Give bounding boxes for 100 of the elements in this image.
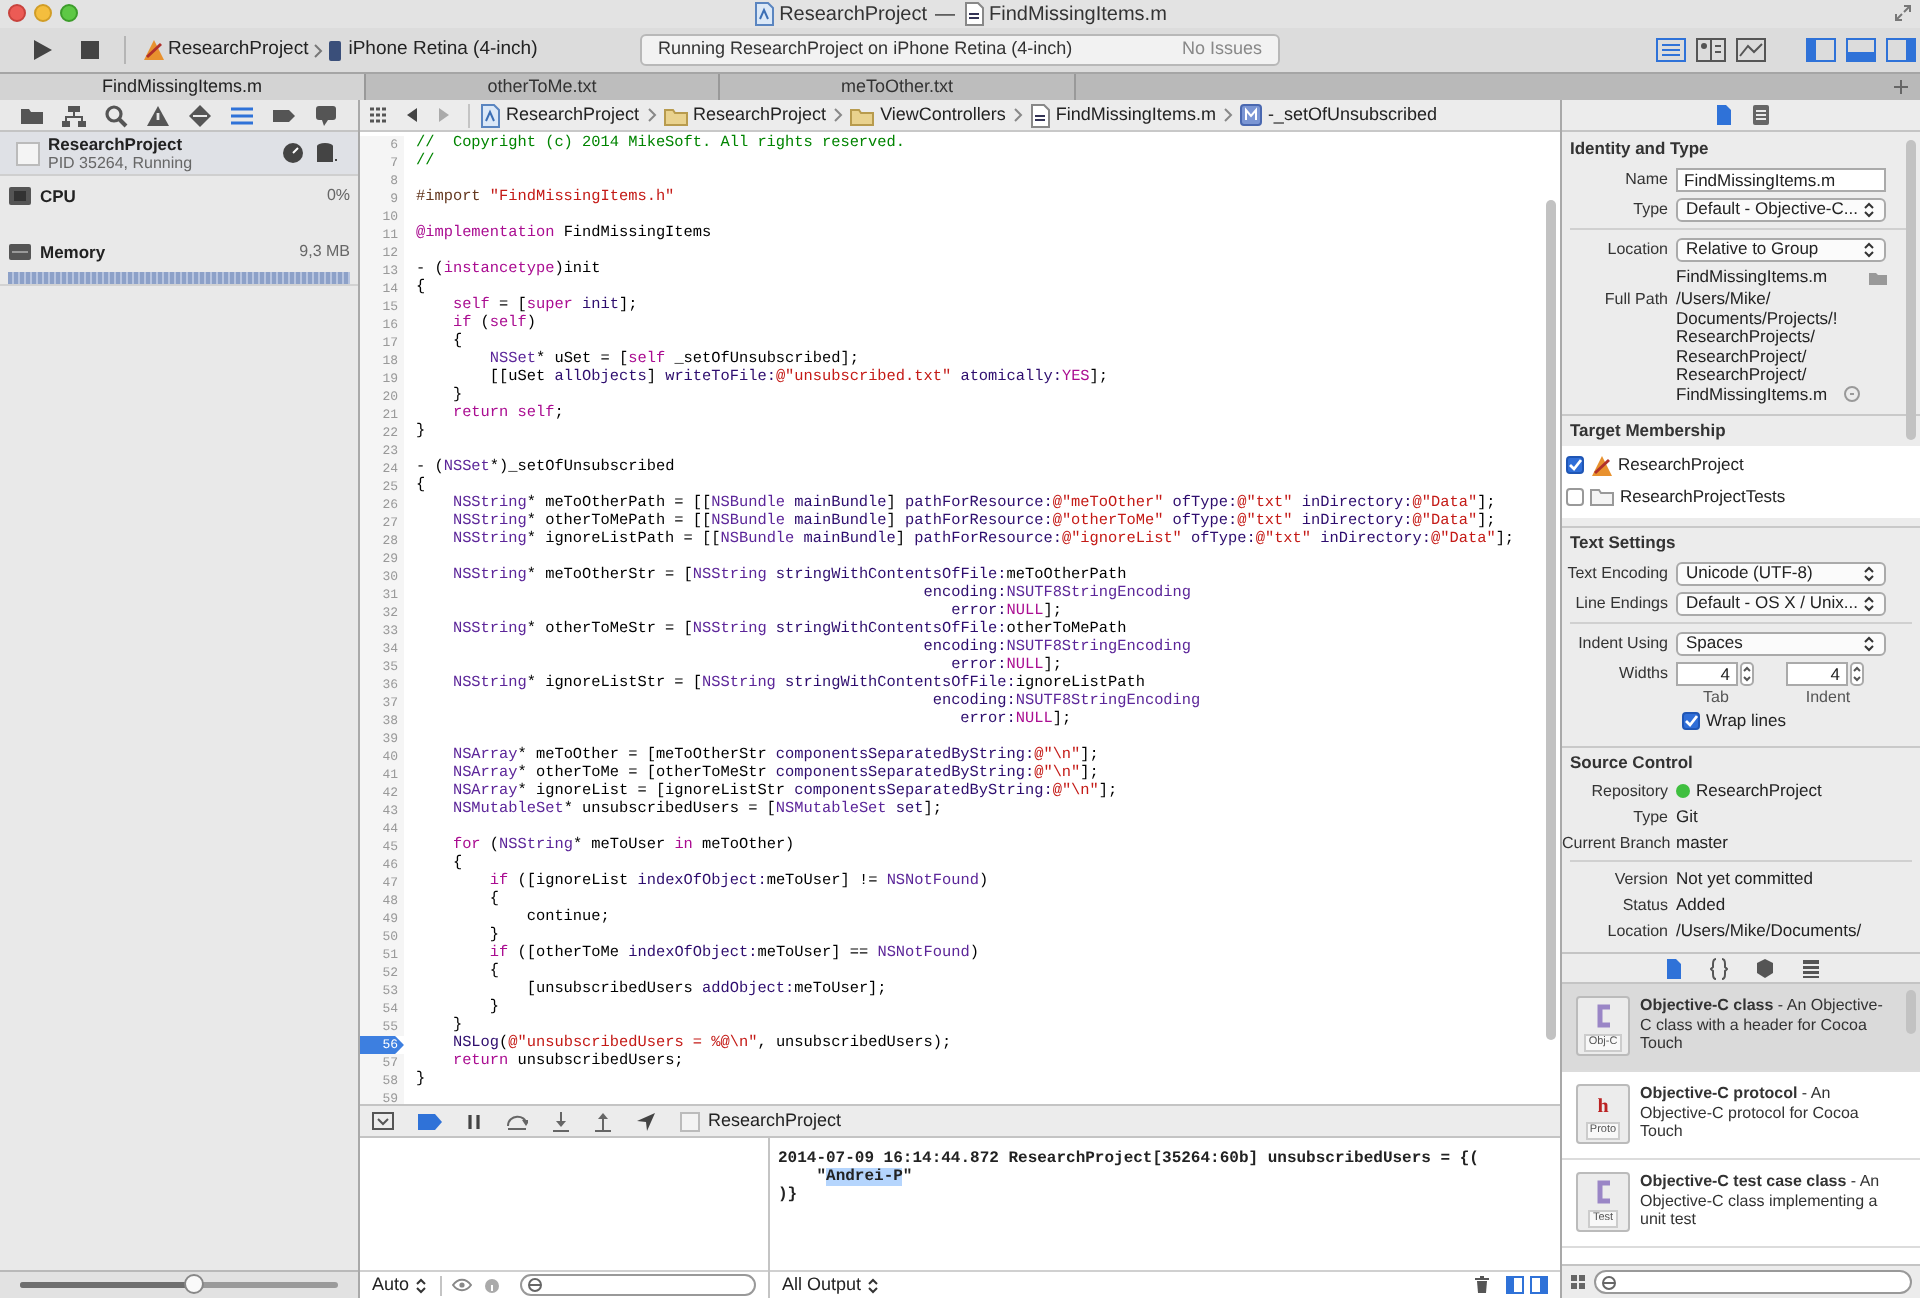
folder-icon (663, 105, 688, 125)
window-title: ResearchProject (779, 1, 927, 29)
list-icon[interactable] (229, 103, 254, 127)
field-label: Repository (1589, 779, 1670, 803)
activity-text: Running ResearchProject on iPhone Retina (4-inch) (658, 36, 1073, 63)
pause-icon[interactable] (466, 1113, 482, 1129)
checkbox-label: Wrap lines (1706, 708, 1786, 734)
checkbox[interactable] (1682, 712, 1700, 730)
section-header: Identity and Type (1568, 135, 1711, 162)
right-panel-icon[interactable] (1886, 38, 1916, 62)
back-icon[interactable] (404, 106, 420, 124)
process-selector[interactable]: ResearchProject (680, 1107, 842, 1135)
jump-bar-item[interactable]: -_setOfUnsubscribed (1239, 101, 1437, 129)
bottom-panel-icon[interactable] (1846, 38, 1876, 62)
help-icon[interactable] (1751, 104, 1769, 126)
target-label: ResearchProject (1618, 452, 1744, 478)
braces-icon[interactable] (1709, 957, 1727, 979)
location-arrow-icon[interactable] (636, 1111, 656, 1131)
output-popup[interactable]: All Output (782, 1271, 880, 1298)
warning-icon[interactable] (146, 103, 171, 127)
bracket-icon (1593, 1004, 1613, 1028)
number-field[interactable]: 4 (1676, 661, 1738, 685)
grid-icon[interactable] (368, 106, 388, 124)
name-field[interactable]: FindMissingItems.m (1676, 167, 1886, 191)
version-editor-icon[interactable] (1736, 38, 1766, 62)
popup-button[interactable]: Default - Objective-C... (1676, 197, 1886, 221)
speech-bubble-icon[interactable] (313, 103, 338, 127)
gauge-row[interactable]: Memory 9,3 MB (0, 232, 358, 284)
template-description: Objective-C class - An Objective-C class with a header for Cocoa Touch (1640, 996, 1884, 1053)
left-panel-icon[interactable] (1806, 38, 1836, 62)
add-icon[interactable] (1892, 78, 1910, 96)
breakpoint-icon[interactable] (418, 1113, 442, 1129)
hide-panel-icon[interactable] (372, 1112, 394, 1130)
field-value: Git (1676, 804, 1698, 830)
step-out-icon[interactable] (594, 1111, 612, 1131)
editor-tab[interactable]: FindMissingItems.m (0, 74, 366, 100)
process-name: ResearchProject (48, 135, 183, 153)
grid-view-icon[interactable] (1570, 1274, 1586, 1290)
play-icon[interactable] (30, 38, 54, 62)
popup-chevron-icon (1862, 199, 1876, 219)
jump-bar-item[interactable]: FindMissingItems.m (1029, 101, 1216, 129)
app-icon (142, 38, 166, 62)
stop-icon[interactable] (80, 40, 100, 60)
jump-bar-item[interactable]: ViewControllers (850, 101, 1006, 129)
field-value: Added (1676, 892, 1726, 918)
project-icon (753, 2, 774, 26)
step-into-icon[interactable] (552, 1111, 570, 1131)
trash-icon[interactable] (1474, 1276, 1490, 1294)
checkbox[interactable] (1566, 455, 1584, 474)
film-icon[interactable] (1801, 957, 1819, 979)
database-icon[interactable] (316, 142, 338, 164)
slider-thumb[interactable] (184, 1274, 205, 1294)
title-separator: — (935, 1, 955, 29)
editor-icon[interactable] (1656, 38, 1686, 62)
right-pane-icon[interactable] (1530, 1276, 1548, 1294)
scope-popup[interactable]: Auto (372, 1271, 428, 1298)
checkmark-icon (1568, 457, 1582, 472)
stepper-icon[interactable] (1850, 661, 1864, 685)
gauge-row[interactable]: CPU 0% (0, 176, 358, 224)
fullscreen-icon[interactable] (1894, 4, 1912, 22)
filter-field[interactable] (1594, 1270, 1912, 1294)
diamond-icon[interactable] (187, 103, 212, 127)
left-pane-icon[interactable] (1506, 1276, 1524, 1294)
editor-tab[interactable]: otherToMe.txt (366, 74, 720, 100)
cube-icon[interactable] (1755, 957, 1773, 979)
gauge-value: 0% (326, 184, 350, 209)
popup-button[interactable]: Spaces (1676, 631, 1886, 655)
checkbox[interactable] (1566, 487, 1584, 506)
stepper-icon[interactable] (1740, 661, 1754, 685)
popup-button[interactable]: Relative to Group (1676, 237, 1886, 261)
scrollbar[interactable] (1906, 140, 1916, 440)
field-label: Type (1631, 197, 1670, 221)
process-row[interactable]: ResearchProject PID 35264, Running (0, 132, 358, 176)
hierarchy-icon[interactable] (62, 103, 87, 127)
filter-field[interactable] (520, 1274, 756, 1296)
chevron-icon (832, 106, 845, 124)
assistant-editor-icon[interactable] (1696, 38, 1726, 62)
field-label: Location (1605, 919, 1670, 943)
popup-button[interactable]: Unicode (UTF-8) (1676, 561, 1886, 585)
scrollbar[interactable] (1906, 990, 1916, 1034)
editor-tab[interactable]: meToOther.txt (720, 74, 1076, 100)
search-icon[interactable] (104, 103, 129, 127)
number-field[interactable]: 4 (1786, 661, 1848, 685)
path-text: ResearchProjects/ (1676, 328, 1815, 347)
gauge-icon[interactable] (282, 142, 304, 164)
template-glyph: h (1597, 1094, 1609, 1122)
file-icon[interactable] (1713, 104, 1731, 126)
zoom-button[interactable] (60, 4, 78, 22)
chevron-icon (1011, 106, 1024, 124)
step-over-icon[interactable] (506, 1112, 528, 1130)
jump-bar-item[interactable]: ResearchProject (663, 101, 827, 129)
close-button[interactable] (8, 4, 26, 22)
jump-bar-item[interactable]: ResearchProject (480, 101, 640, 129)
eye-icon[interactable] (452, 1278, 473, 1292)
scrollbar[interactable] (1546, 200, 1556, 1040)
scheme-selector[interactable]: ResearchProject iPhone Retina (4-inch) (142, 35, 538, 65)
file-icon[interactable] (1663, 957, 1681, 979)
filter-icon (1602, 1275, 1616, 1289)
checkmark-icon (1684, 714, 1698, 728)
popup-button[interactable]: Default - OS X / Unix... (1676, 591, 1886, 615)
